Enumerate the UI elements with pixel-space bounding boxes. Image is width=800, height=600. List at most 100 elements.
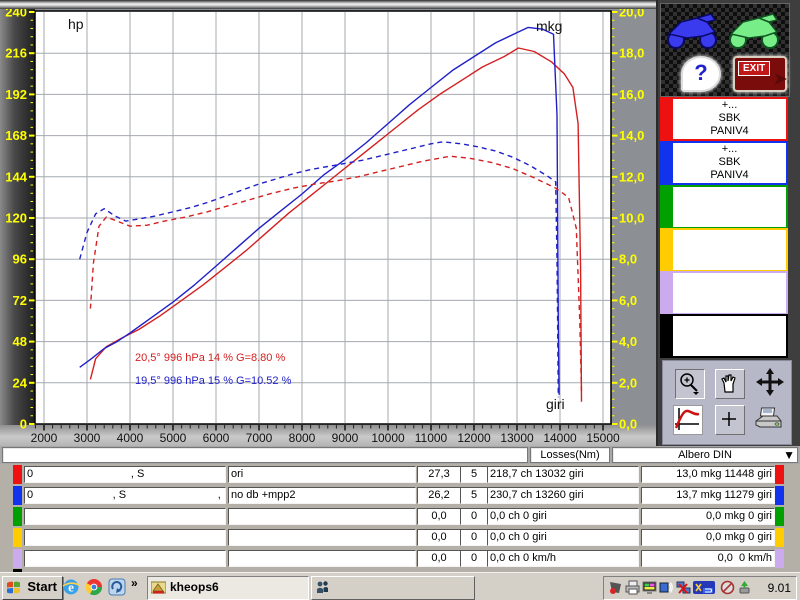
chrome-browser-icon[interactable] (85, 578, 103, 596)
run-params-field[interactable] (24, 508, 226, 525)
gear-field[interactable]: 0 (460, 550, 488, 567)
exit-button[interactable]: EXIT ➤ (733, 56, 787, 92)
run-name-field[interactable] (228, 508, 416, 525)
run-params-field[interactable]: 0 , S , (24, 487, 226, 504)
table-row: 0,0 0 0,0 ch 0 km/h 0,0 0 km/h (0, 550, 800, 569)
move-arrows-icon (755, 367, 785, 397)
losses-button[interactable]: Losses(Nm) (530, 447, 610, 463)
temp-field[interactable]: 0,0 (417, 550, 461, 567)
gear-field[interactable]: 0 (460, 508, 488, 525)
shaft-type-dropdown[interactable]: Albero DIN ▼ (612, 447, 798, 463)
temp-field[interactable]: 0,0 (417, 529, 461, 546)
print-button[interactable] (753, 405, 781, 433)
legend-slot-4[interactable] (660, 228, 788, 272)
legend-slot-5[interactable] (660, 271, 788, 315)
start-button[interactable]: Start (2, 576, 63, 600)
run-name-field[interactable] (228, 529, 416, 546)
tray-icon-printer[interactable] (625, 580, 640, 595)
run-name-field[interactable]: no db +mpp2 (228, 487, 416, 504)
svg-text:hp: hp (68, 16, 84, 32)
tray-icon-xear3d-audio[interactable] (693, 580, 715, 595)
tray-icon-safely-remove[interactable] (737, 580, 752, 595)
svg-text:giri: giri (546, 396, 565, 412)
run-params-field[interactable] (24, 529, 226, 546)
legend-color-stripe (662, 99, 673, 139)
magnifier-plus-icon (676, 370, 702, 396)
tray-icon-display[interactable] (642, 580, 657, 595)
max-power-field[interactable]: 0,0 ch 0 km/h (487, 550, 639, 567)
temp-field[interactable]: 0,0 (417, 508, 461, 525)
carbon-panel: ? EXIT ➤ (660, 3, 790, 97)
blue-motorcycle-icon[interactable] (663, 10, 721, 50)
tray-icon-device-disabled[interactable] (720, 580, 735, 595)
svg-text:5000: 5000 (160, 431, 187, 445)
gear-field[interactable]: 0 (460, 529, 488, 546)
svg-text:6,0: 6,0 (619, 293, 637, 308)
svg-text:96: 96 (13, 252, 27, 267)
table-row: 0,0 0 0,0 ch 0 giri 0,0 mkg 0 giri (0, 529, 800, 548)
quick-launch-overflow-chevron[interactable]: » (131, 576, 138, 590)
max-power-field[interactable]: 0,0 ch 0 giri (487, 529, 639, 546)
row-color-stripe (775, 465, 784, 484)
svg-text:16,0: 16,0 (619, 87, 644, 102)
chart-tools-panel (662, 360, 792, 445)
tray-icon-shield[interactable] (608, 580, 623, 595)
legend-color-stripe (662, 230, 673, 270)
legend-slot-2[interactable]: +... SBK PANIV4 (660, 141, 788, 185)
max-power-field[interactable]: 218,7 ch 13032 giri (487, 466, 639, 483)
tray-icon-audio-speaker[interactable] (659, 580, 674, 595)
run-params-field[interactable] (24, 550, 226, 567)
legend-slot-6[interactable] (660, 314, 788, 358)
max-torque-field[interactable]: 13,0 mkg 11448 giri (641, 466, 775, 483)
chevron-down-icon[interactable]: ▼ (783, 448, 795, 462)
svg-text:72: 72 (13, 293, 27, 308)
table-row: 0 , S ori 27,3 5 218,7 ch 13032 giri 13,… (0, 466, 800, 485)
max-power-field[interactable]: 0,0 ch 0 giri (487, 508, 639, 525)
gear-field[interactable]: 5 (460, 487, 488, 504)
curve-button[interactable] (673, 405, 703, 435)
comment-field[interactable] (2, 447, 528, 463)
crosshair-button[interactable] (715, 405, 745, 435)
printer-icon (753, 405, 783, 435)
row-color-stripe (775, 549, 784, 568)
svg-text:8,0: 8,0 (619, 252, 637, 267)
table-row: 0,0 0 0,0 ch 0 giri 0,0 mkg 0 giri (0, 508, 800, 527)
exit-arrow-icon: ➤ (774, 69, 787, 89)
svg-text:6000: 6000 (203, 431, 230, 445)
max-power-field[interactable]: 230,7 ch 13260 giri (487, 487, 639, 504)
max-torque-field[interactable]: 0,0 0 km/h (641, 550, 775, 567)
run-params-field[interactable]: 0 , S (24, 466, 226, 483)
row-color-stripe (13, 486, 22, 505)
max-torque-field[interactable]: 13,7 mkg 11279 giri (641, 487, 775, 504)
svg-text:3000: 3000 (74, 431, 101, 445)
gear-field[interactable]: 5 (460, 466, 488, 483)
app-shortcut-icon[interactable] (108, 578, 126, 596)
legend-line: PANIV4 (673, 125, 786, 138)
max-torque-field[interactable]: 0,0 mkg 0 giri (641, 529, 775, 546)
legend-line: +... (673, 143, 786, 156)
taskbar-task-2[interactable] (311, 576, 475, 600)
legend-slot-1[interactable]: +... SBK PANIV4 (660, 97, 788, 141)
legend-color-stripe (662, 143, 673, 183)
svg-text:9000: 9000 (332, 431, 359, 445)
zoom-button[interactable] (675, 369, 705, 399)
pan-button[interactable] (715, 369, 745, 399)
help-button[interactable]: ? (681, 56, 721, 92)
green-motorcycle-icon[interactable] (725, 10, 783, 50)
taskbar-task-kheops6[interactable]: kheops6 (147, 576, 309, 600)
row-color-stripe (775, 486, 784, 505)
legend-slot-3[interactable] (660, 185, 788, 229)
system-tray: 9.01 (603, 576, 797, 600)
temp-field[interactable]: 26,2 (417, 487, 461, 504)
run-name-field[interactable]: ori (228, 466, 416, 483)
legend-line: SBK (673, 112, 786, 125)
tray-icon-network-disconnected[interactable] (676, 580, 691, 595)
legend-color-stripe (662, 187, 673, 227)
max-torque-field[interactable]: 0,0 mkg 0 giri (641, 508, 775, 525)
task-label: kheops6 (170, 580, 219, 594)
svg-text:0: 0 (20, 417, 27, 432)
internet-explorer-icon[interactable]: e (62, 578, 80, 596)
move-button[interactable] (755, 367, 783, 395)
run-name-field[interactable] (228, 550, 416, 567)
temp-field[interactable]: 27,3 (417, 466, 461, 483)
